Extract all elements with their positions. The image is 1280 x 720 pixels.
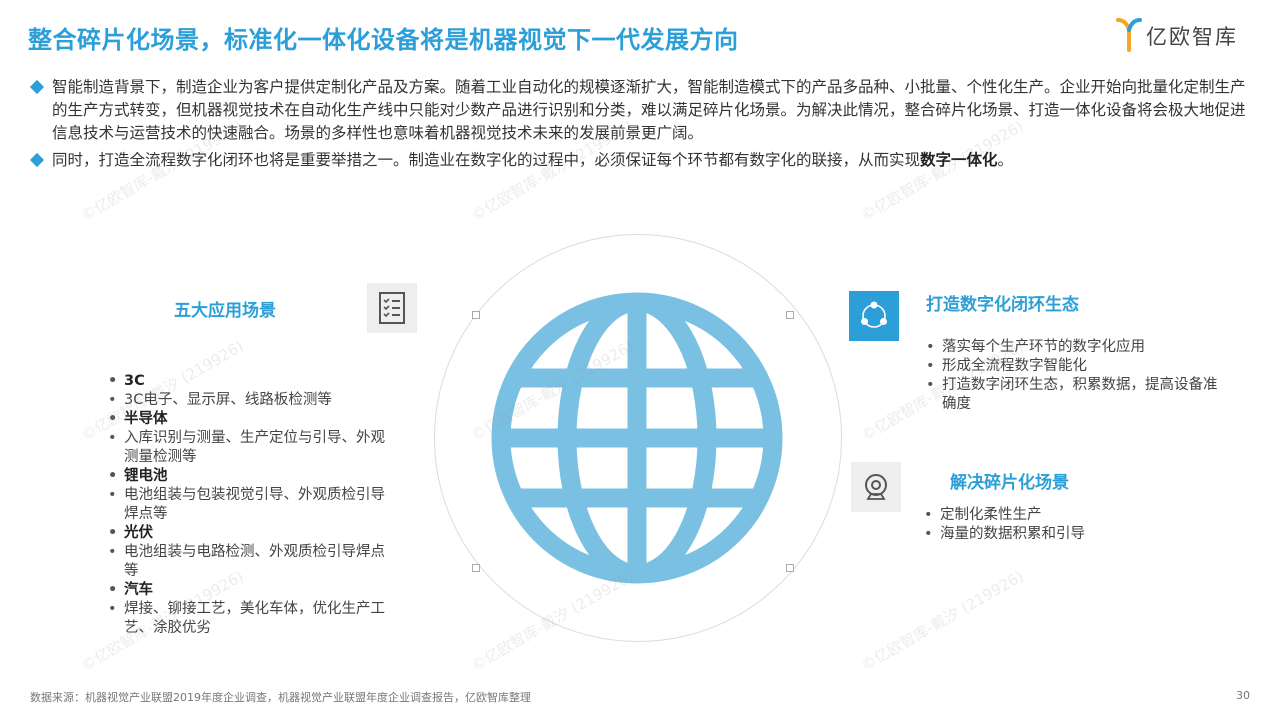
scene-category: 半导体 (106, 410, 396, 429)
list-item: 形成全流程数字智能化 (924, 357, 1224, 376)
scene-category: 锂电池 (106, 467, 396, 486)
intro-end: 。 (997, 151, 1014, 169)
list-item: 定制化柔性生产 (922, 506, 1222, 525)
intro-bullet: 智能制造背景下，制造企业为客户提供定制化产品及方案。随着工业自动化的规模逐渐扩大… (29, 76, 1255, 145)
intro-text: 同时，打造全流程数字化闭环也将是重要举措之一。制造业在数字化的过程中，必须保证每… (52, 151, 921, 169)
scene-description: 电池组装与包装视觉引导、外观质检引导焊点等 (106, 486, 396, 524)
intro-bullets: 智能制造背景下，制造企业为客户提供定制化产品及方案。随着工业自动化的规模逐渐扩大… (29, 76, 1255, 176)
page-number: 30 (1236, 689, 1250, 702)
logo-text: 亿欧智库 (1146, 25, 1238, 49)
list-item: 落实每个生产环节的数字化应用 (924, 338, 1224, 357)
checklist-icon (367, 283, 417, 333)
scene-description: 3C电子、显示屏、线路板检测等 (106, 391, 396, 410)
corner-marker (472, 311, 480, 319)
scene-category: 汽车 (106, 581, 396, 600)
right-bottom-title: 解决碎片化场景 (950, 473, 1069, 493)
list-item: 打造数字闭环生态，积累数据，提高设备准确度 (924, 376, 1224, 414)
right-bottom-list: 定制化柔性生产 海量的数据积累和引导 (922, 506, 1222, 544)
right-top-list: 落实每个生产环节的数字化应用 形成全流程数字智能化 打造数字闭环生态，积累数据，… (924, 338, 1224, 414)
globe-icon (491, 292, 783, 584)
scene-description: 入库识别与测量、生产定位与引导、外观测量检测等 (106, 429, 396, 467)
camera-icon (851, 462, 901, 512)
left-panel-title: 五大应用场景 (174, 301, 276, 321)
logo-icon (1116, 18, 1142, 52)
intro-emphasis: 数字一体化 (920, 151, 998, 169)
diamond-bullet-icon (29, 79, 45, 95)
corner-marker (472, 564, 480, 572)
list-item: 海量的数据积累和引导 (922, 525, 1222, 544)
scene-category: 3C (106, 372, 396, 391)
intro-text: 智能制造背景下，制造企业为客户提供定制化产品及方案。随着工业自动化的规模逐渐扩大… (52, 78, 1246, 142)
diamond-bullet-icon (29, 152, 45, 168)
scene-description: 焊接、铆接工艺，美化车体，优化生产工艺、涂胶优劣 (106, 600, 396, 638)
data-source: 数据来源：机器视觉产业联盟2019年度企业调查，机器视觉产业联盟年度企业调查报告… (30, 691, 531, 704)
watermark: ©亿欧智库-戴汐 (219926) (858, 567, 1027, 675)
scene-description: 电池组装与电路检测、外观质检引导焊点等 (106, 543, 396, 581)
right-top-title: 打造数字化闭环生态 (926, 295, 1079, 315)
share-cycle-icon (849, 291, 899, 341)
scene-list: 3C 3C电子、显示屏、线路板检测等 半导体 入库识别与测量、生产定位与引导、外… (106, 372, 396, 638)
intro-bullet: 同时，打造全流程数字化闭环也将是重要举措之一。制造业在数字化的过程中，必须保证每… (29, 149, 1255, 172)
logo: 亿欧智库 (1116, 16, 1260, 56)
scene-category: 光伏 (106, 524, 396, 543)
page-title: 整合碎片化场景，标准化一体化设备将是机器视觉下一代发展方向 (28, 26, 739, 54)
